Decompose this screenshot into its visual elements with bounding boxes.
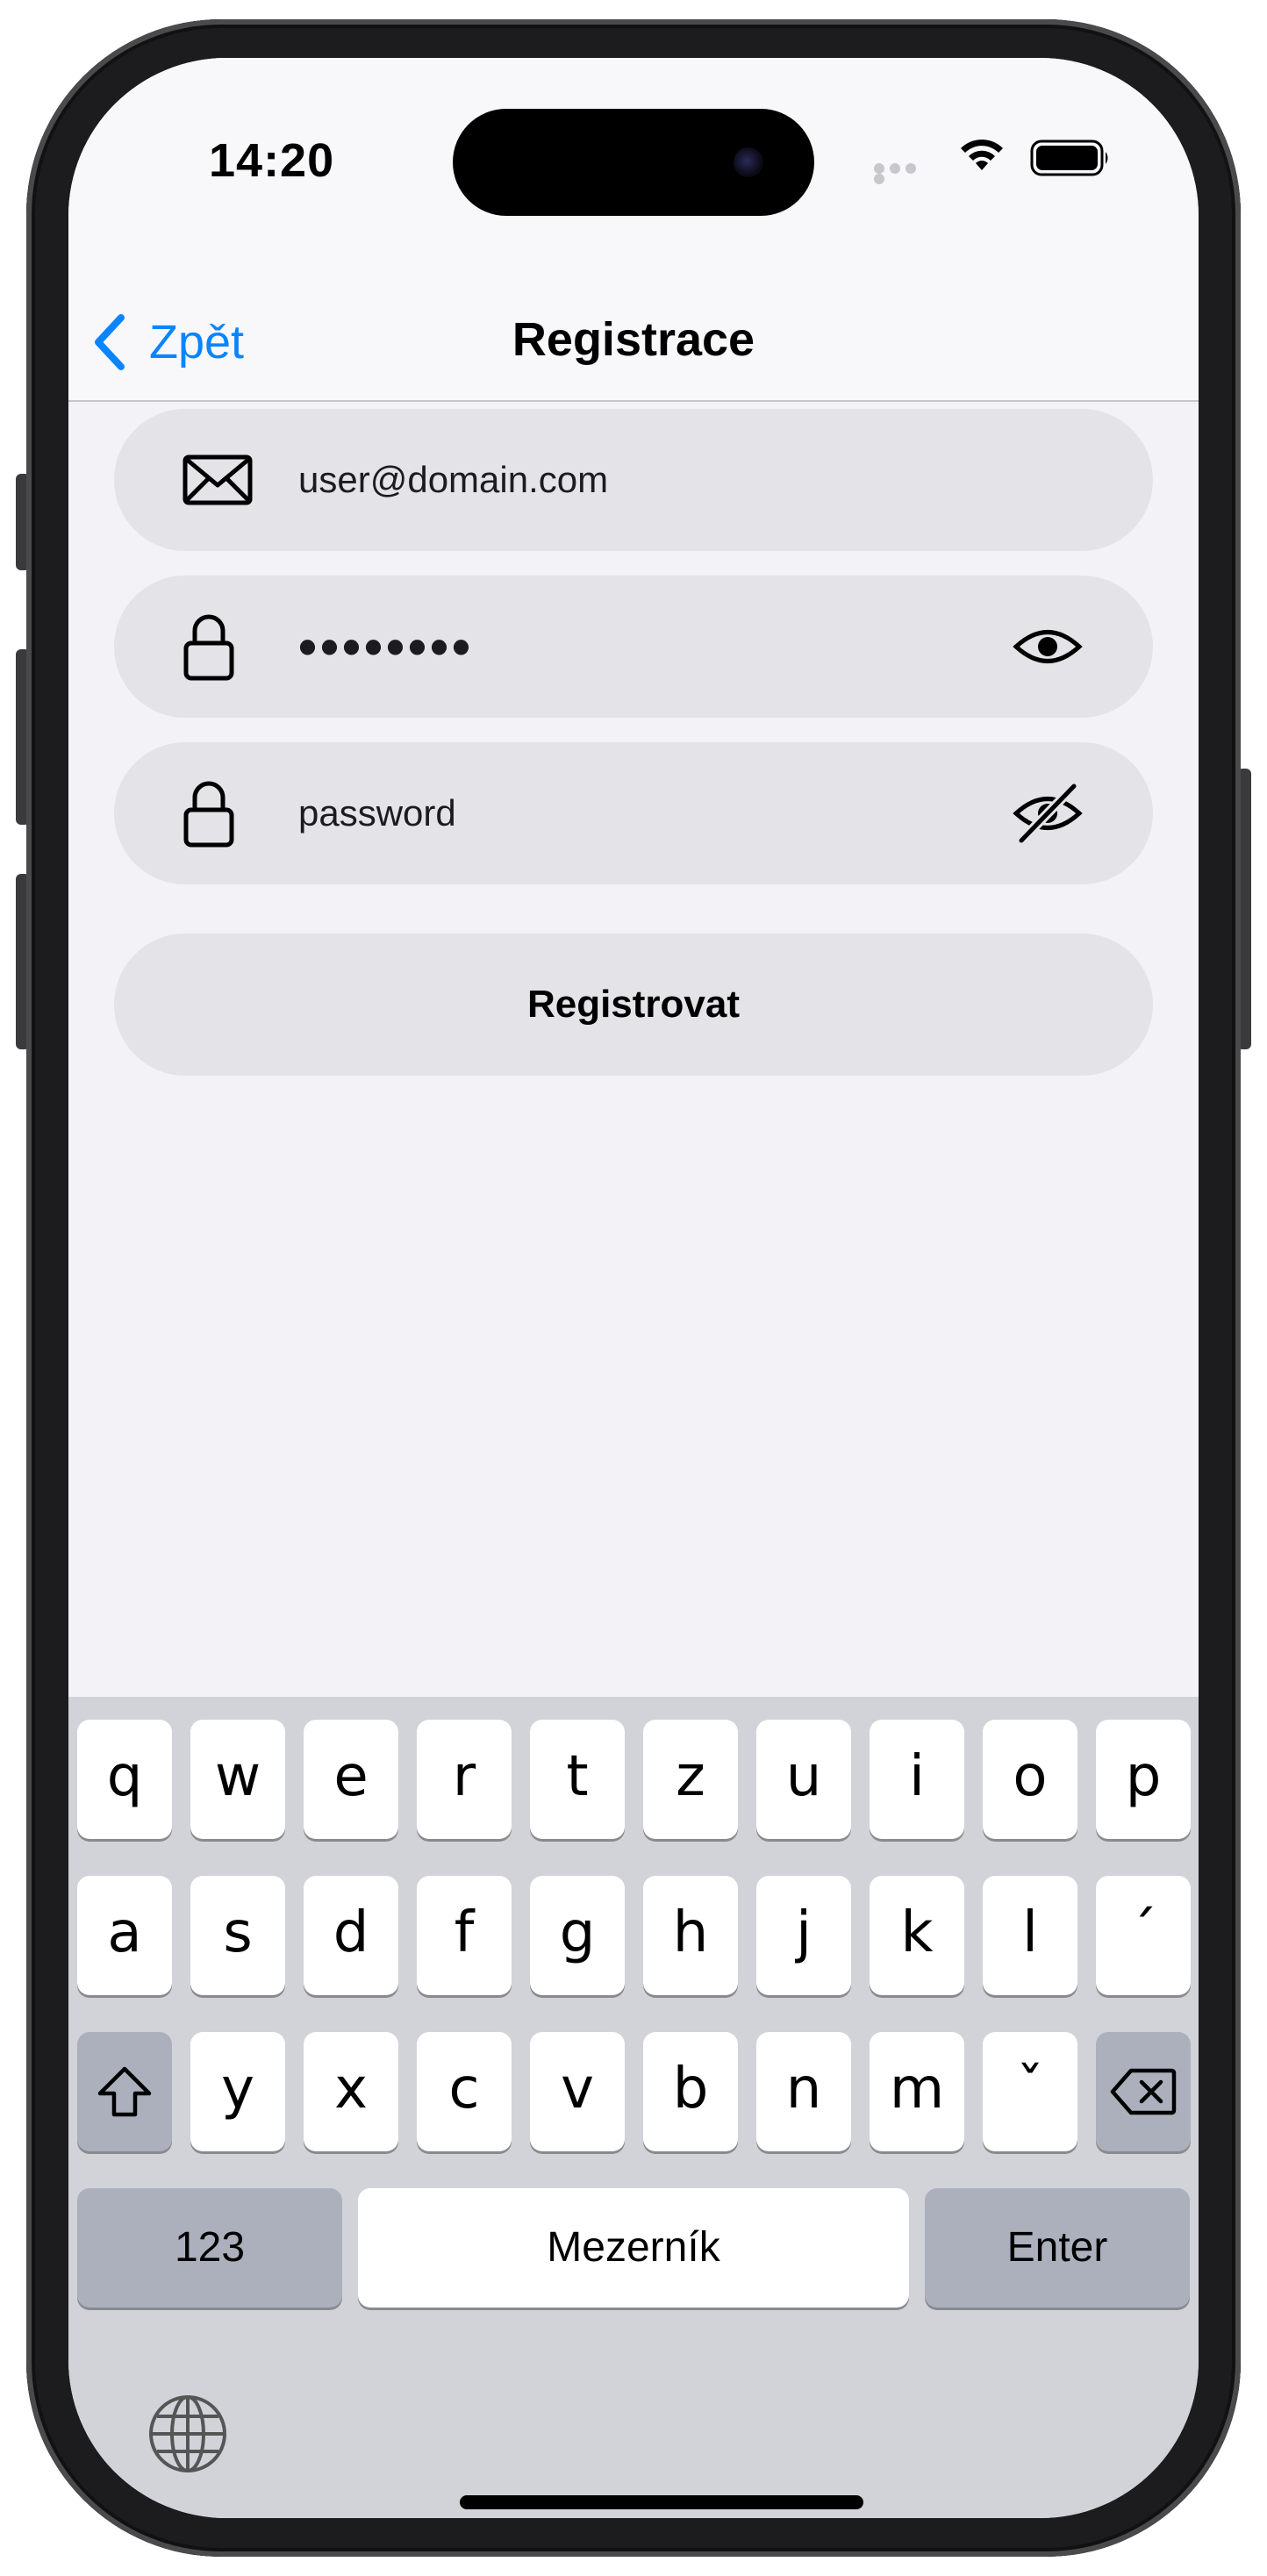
key-i[interactable]: i (870, 1720, 964, 1839)
email-value: user@domain.com (298, 459, 609, 500)
numbers-key[interactable]: 123 (77, 2188, 342, 2308)
lock-icon (183, 781, 234, 848)
key-f[interactable]: f (417, 1876, 512, 1995)
shift-key[interactable] (77, 2032, 172, 2151)
key-t[interactable]: t (530, 1720, 625, 1839)
phone-screen: 14:20 Zpět Registrace user@domain.com ••… (68, 58, 1199, 2518)
password-value: •••••••• (298, 617, 475, 676)
key-r[interactable]: r (417, 1720, 512, 1839)
page-title: Registrace (512, 313, 755, 366)
key-o[interactable]: o (983, 1720, 1077, 1839)
cellular-signal-icon (874, 163, 935, 184)
wifi-icon (961, 140, 1003, 170)
key-q[interactable]: q (77, 1720, 172, 1839)
backspace-icon (1110, 2068, 1177, 2115)
dynamic-island (453, 109, 814, 216)
key-b[interactable]: b (643, 2032, 738, 2151)
enter-key[interactable]: Enter (925, 2188, 1190, 2308)
key-l[interactable]: l (983, 1876, 1077, 1995)
shift-icon (97, 2066, 152, 2117)
key-m[interactable]: m (870, 2032, 964, 2151)
password-field[interactable]: •••••••• (114, 576, 1153, 718)
navigation-bar: Zpět Registrace (68, 216, 1199, 402)
status-bar: 14:20 (68, 58, 1199, 216)
key-j[interactable]: j (756, 1876, 851, 1995)
eye-icon[interactable] (1013, 625, 1083, 669)
front-camera (734, 147, 763, 177)
key-k[interactable]: k (870, 1876, 964, 1995)
key-e[interactable]: e (304, 1720, 398, 1839)
password-confirm-field[interactable]: password (114, 742, 1153, 884)
key-n[interactable]: n (756, 2032, 851, 2151)
key-p[interactable]: p (1096, 1720, 1191, 1839)
key-a[interactable]: a (77, 1876, 172, 1995)
status-icons (848, 137, 1111, 184)
space-key[interactable]: Mezerník (358, 2188, 909, 2308)
key-g[interactable]: g (530, 1876, 625, 1995)
key-d[interactable]: d (304, 1876, 398, 1995)
key-h[interactable]: h (643, 1876, 738, 1995)
email-field[interactable]: user@domain.com (114, 409, 1153, 551)
lock-icon (183, 614, 234, 681)
battery-icon (1030, 140, 1108, 176)
key-u[interactable]: u (756, 1720, 851, 1839)
key-z[interactable]: z (643, 1720, 738, 1839)
delete-key[interactable] (1096, 2032, 1191, 2151)
register-button[interactable]: Registrovat (114, 934, 1153, 1076)
eye-slash-icon[interactable] (1013, 783, 1083, 844)
envelope-icon (183, 454, 253, 505)
key-y[interactable]: y (190, 2032, 285, 2151)
key-s[interactable]: s (190, 1876, 285, 1995)
key-caron[interactable]: ˇ (983, 2032, 1077, 2151)
key-acute-accent[interactable]: ´ (1096, 1876, 1191, 1995)
keyboard: q w e r t z u i o p a s d f g h j k l ´ (68, 1697, 1199, 2518)
key-v[interactable]: v (530, 2032, 625, 2151)
key-c[interactable]: c (417, 2032, 512, 2151)
key-x[interactable]: x (304, 2032, 398, 2151)
key-w[interactable]: w (190, 1720, 285, 1839)
phone-frame: 14:20 Zpět Registrace user@domain.com ••… (26, 19, 1241, 2557)
status-time: 14:20 (209, 134, 335, 187)
home-indicator[interactable] (460, 2495, 863, 2509)
password-confirm-value: password (298, 792, 456, 834)
globe-icon[interactable] (146, 2392, 230, 2476)
